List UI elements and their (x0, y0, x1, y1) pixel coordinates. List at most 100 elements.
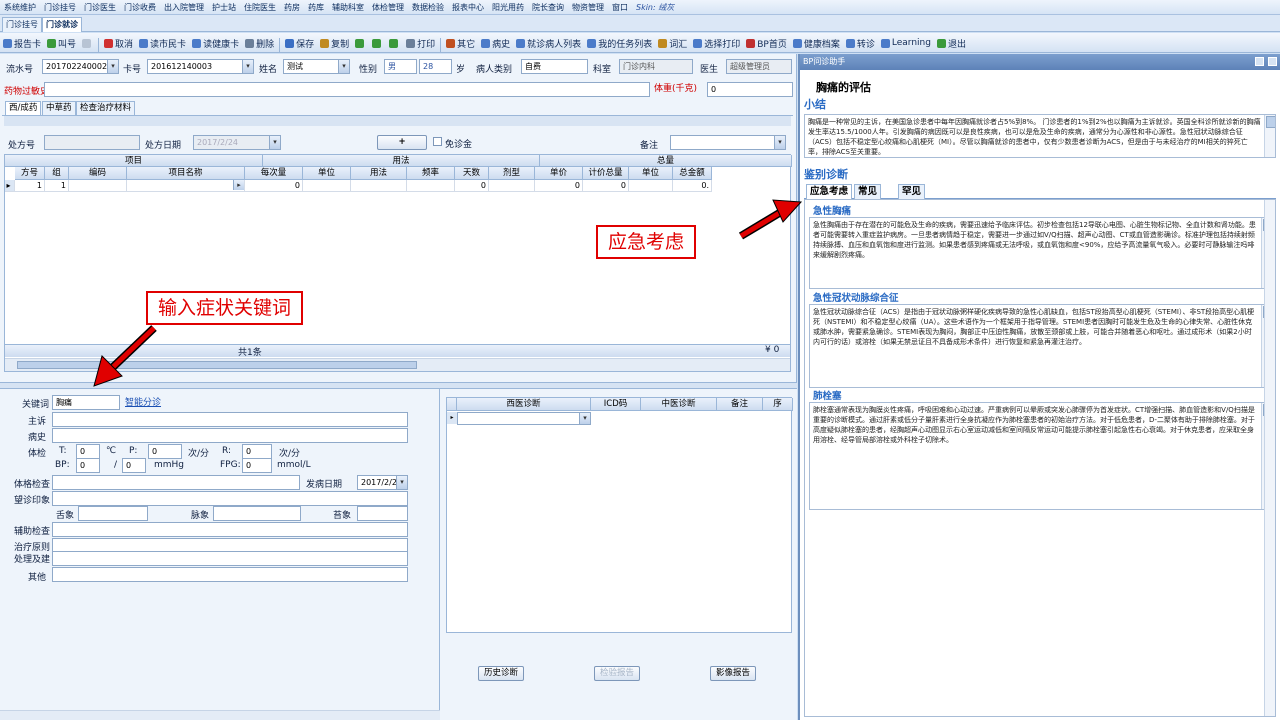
grid-cell[interactable] (489, 180, 535, 192)
horizontal-scrollbar[interactable] (0, 710, 440, 720)
toolbar-button[interactable]: 就诊病人列表 (513, 33, 584, 52)
menu-item[interactable]: 物资管理 (568, 3, 608, 12)
vertical-scrollbar[interactable] (1264, 115, 1275, 157)
grid-column-header[interactable]: 方号 (15, 167, 45, 180)
chevron-down-icon[interactable]: ▾ (396, 476, 407, 489)
toolbar-button[interactable]: 复制 (317, 33, 352, 52)
vertical-scrollbar[interactable] (1264, 200, 1275, 716)
note-field[interactable]: ▾ (670, 135, 786, 150)
diagnosis-column-header[interactable]: 西医诊断 (457, 398, 591, 411)
pulse-field[interactable]: 0 (148, 444, 182, 459)
grid-cell[interactable] (351, 180, 407, 192)
grid-column-header[interactable]: 单位 (629, 167, 673, 180)
grid-column-header[interactable]: 频率 (407, 167, 455, 180)
menu-item[interactable]: 药房 (280, 3, 304, 12)
grid-column-header[interactable]: 组 (45, 167, 69, 180)
toolbar-button[interactable]: 转诊 (843, 33, 878, 52)
menu-item[interactable]: 辅助科室 (328, 3, 368, 12)
toolbar-button[interactable]: 健康档案 (790, 33, 843, 52)
toolbar-button[interactable]: 删除 (242, 33, 277, 52)
toolbar-button[interactable]: 叫号 (44, 33, 79, 52)
grid-column-header[interactable]: 单位 (303, 167, 351, 180)
menu-item[interactable]: 门诊挂号 (40, 3, 80, 12)
tab-outpatient-registration[interactable]: 门诊挂号 (2, 17, 42, 32)
grid-cell[interactable]: 0 (535, 180, 583, 192)
bp-diastolic-field[interactable]: 0 (122, 458, 146, 473)
menu-item[interactable]: 系统维护 (0, 3, 40, 12)
tab-emergency[interactable]: 应急考虑 (806, 184, 853, 199)
card-field[interactable]: 201612140003 ▾ (147, 59, 254, 74)
pin-icon[interactable] (1255, 57, 1264, 66)
onset-date-field[interactable]: 2017/2/2 ▾ (357, 475, 408, 490)
allergy-field[interactable] (44, 82, 650, 97)
toolbar-button[interactable]: 打印 (403, 33, 438, 52)
name-field[interactable]: 测试 ▾ (283, 59, 350, 74)
grid-cell[interactable]: ▸ (127, 180, 245, 192)
grid-column-header[interactable]: 项目名称 (127, 167, 245, 180)
tongue-field[interactable] (78, 506, 148, 521)
grid-cell[interactable] (303, 180, 351, 192)
toolbar-button[interactable]: 读健康卡 (189, 33, 242, 52)
pulse-diag-field[interactable] (213, 506, 301, 521)
skin-selector[interactable]: Skin: 绒灰 (632, 3, 678, 12)
grid-cell[interactable]: 0 (455, 180, 489, 192)
advice-field[interactable] (52, 551, 408, 566)
aux-exam-field[interactable] (52, 522, 408, 537)
toolbar-button[interactable]: BP首页 (743, 33, 790, 52)
tab-common[interactable]: 常见 (854, 184, 882, 199)
weight-field[interactable]: 0 (707, 82, 793, 97)
toolbar-button[interactable] (352, 33, 369, 52)
toolbar-button[interactable]: 取消 (101, 33, 136, 52)
menu-item[interactable]: 护士站 (208, 3, 240, 12)
menu-item[interactable]: 窗口 (608, 3, 632, 12)
close-icon[interactable] (1268, 57, 1277, 66)
menu-item[interactable]: 数据检验 (408, 3, 448, 12)
grid-column-header[interactable]: 单价 (535, 167, 583, 180)
menu-item[interactable]: 院长查询 (528, 3, 568, 12)
menu-item[interactable]: 药库 (304, 3, 328, 12)
grid-cell[interactable] (69, 180, 127, 192)
menu-item[interactable]: 住院医生 (240, 3, 280, 12)
free-fee-checkbox[interactable] (433, 137, 442, 146)
smart-triage-link[interactable]: 智能分诊 (125, 395, 161, 408)
other-field[interactable] (52, 567, 408, 582)
fpg-field[interactable]: 0 (242, 458, 272, 473)
tab-western-medicine[interactable]: 西/成药 (5, 101, 42, 115)
history-diagnosis-button[interactable]: 历史诊断 (478, 666, 525, 681)
impression-field[interactable] (52, 491, 408, 506)
complaint-field[interactable] (52, 412, 408, 427)
grid-cell[interactable]: 0. (673, 180, 712, 192)
coat-field[interactable] (357, 506, 408, 521)
toolbar-button[interactable]: 选择打印 (690, 33, 743, 52)
grid-column-header[interactable]: 计价总量 (583, 167, 629, 180)
grid-column-header[interactable]: 剂型 (489, 167, 535, 180)
tab-herbal-medicine[interactable]: 中草药 (42, 101, 76, 115)
grid-column-header[interactable]: 编码 (69, 167, 127, 180)
toolbar-button[interactable]: 报告卡 (0, 33, 44, 52)
menu-item[interactable]: 门诊医生 (80, 3, 120, 12)
toolbar-button[interactable]: 病史 (478, 33, 513, 52)
grid-column-header[interactable]: 每次量 (245, 167, 303, 180)
diagnosis-grid[interactable]: 西医诊断 ICD码 中医诊断 备注序 ▸ ▾ (446, 397, 793, 633)
tab-exam-materials[interactable]: 检查治疗材料 (76, 101, 136, 115)
imaging-report-button[interactable]: 影像报告 (710, 666, 757, 681)
toolbar-button[interactable]: 读市民卡 (136, 33, 189, 52)
chevron-down-icon[interactable]: ▾ (338, 60, 349, 73)
exam-field[interactable] (52, 475, 300, 490)
western-diagnosis-combo[interactable]: ▾ (457, 412, 591, 425)
toolbar-button[interactable]: Learning (878, 33, 934, 52)
diagnosis-column-header[interactable]: 备注 (717, 398, 763, 411)
menu-item[interactable]: 体检管理 (368, 3, 408, 12)
grid-cell[interactable]: 1 (15, 180, 45, 192)
tab-rare[interactable]: 罕见 (898, 184, 926, 199)
type-field[interactable]: 自费 (521, 59, 588, 74)
serial-field[interactable]: 201702240002 ▾ (42, 59, 119, 74)
grid-column-header[interactable]: 用法 (351, 167, 407, 180)
toolbar-button[interactable]: 词汇 (655, 33, 690, 52)
chevron-down-icon[interactable]: ▾ (242, 60, 253, 73)
grid-column-header[interactable]: 天数 (455, 167, 489, 180)
toolbar-button[interactable] (369, 33, 386, 52)
add-rx-button[interactable]: + (377, 135, 427, 150)
history-field[interactable] (52, 428, 408, 443)
chevron-down-icon[interactable]: ▾ (774, 136, 785, 149)
